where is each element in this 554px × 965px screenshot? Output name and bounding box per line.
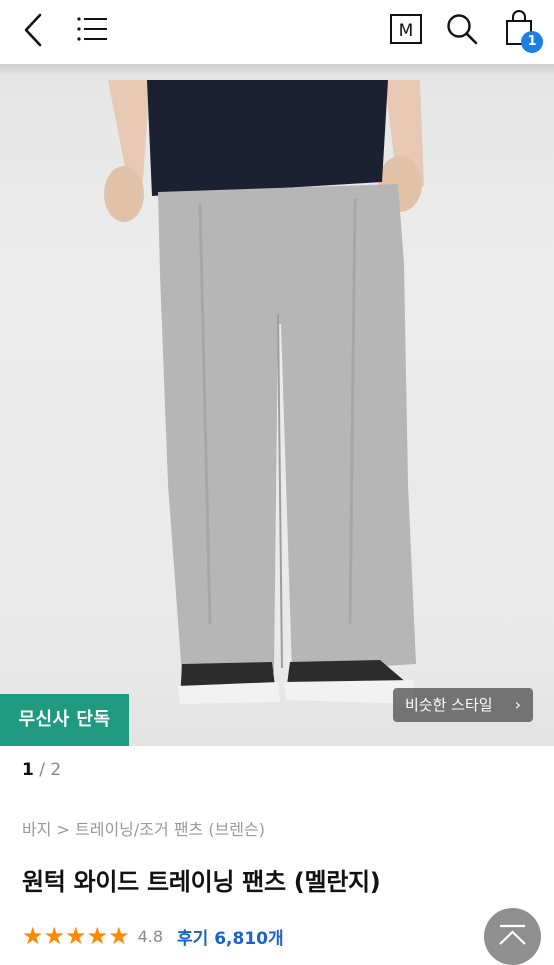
chevron-right-icon: › — [514, 695, 521, 714]
pager-separator: / — [33, 760, 51, 780]
reviews-link[interactable]: 후기 6,810개 — [177, 924, 284, 949]
similar-style-label: 비슷한 스타일 — [405, 696, 493, 714]
pager-total: 2 — [50, 760, 62, 780]
star-icon: ★ — [43, 922, 66, 950]
exclusive-badge: 무신사 단독 — [0, 694, 129, 746]
image-pager: 1 / 2 — [22, 760, 61, 780]
top-navigation-bar: M 1 — [0, 0, 554, 64]
scroll-to-top-button[interactable] — [484, 908, 541, 965]
rating-score: 4.8 — [137, 926, 164, 946]
star-icon: ★ — [108, 922, 130, 950]
hamburger-menu-icon[interactable] — [76, 16, 108, 42]
cart-count-badge: 1 — [521, 31, 543, 53]
brand-m-icon[interactable]: M — [389, 13, 423, 45]
pager-current: 1 — [22, 760, 34, 780]
product-photo-illustration — [104, 80, 424, 704]
breadcrumb[interactable]: 바지 > 트레이닝/조거 팬츠 (브렌슨) — [22, 816, 265, 840]
star-icon: ★ — [22, 922, 44, 950]
back-chevron-icon[interactable] — [20, 12, 46, 48]
star-icon: ★ — [86, 922, 109, 950]
similar-style-button[interactable]: 비슷한 스타일 › — [393, 688, 533, 722]
product-title: 원턱 와이드 트레이닝 팬츠 (멜란지) — [22, 868, 381, 896]
star-icon: ★ — [65, 922, 87, 950]
brand-icon-label: M — [399, 21, 414, 41]
rating-row: ★★★★★ 4.8 후기 6,810개 — [22, 922, 284, 950]
search-icon[interactable] — [445, 12, 479, 46]
star-rating: ★★★★★ — [22, 922, 130, 950]
scroll-top-icon — [499, 924, 526, 945]
product-image[interactable] — [0, 64, 554, 746]
